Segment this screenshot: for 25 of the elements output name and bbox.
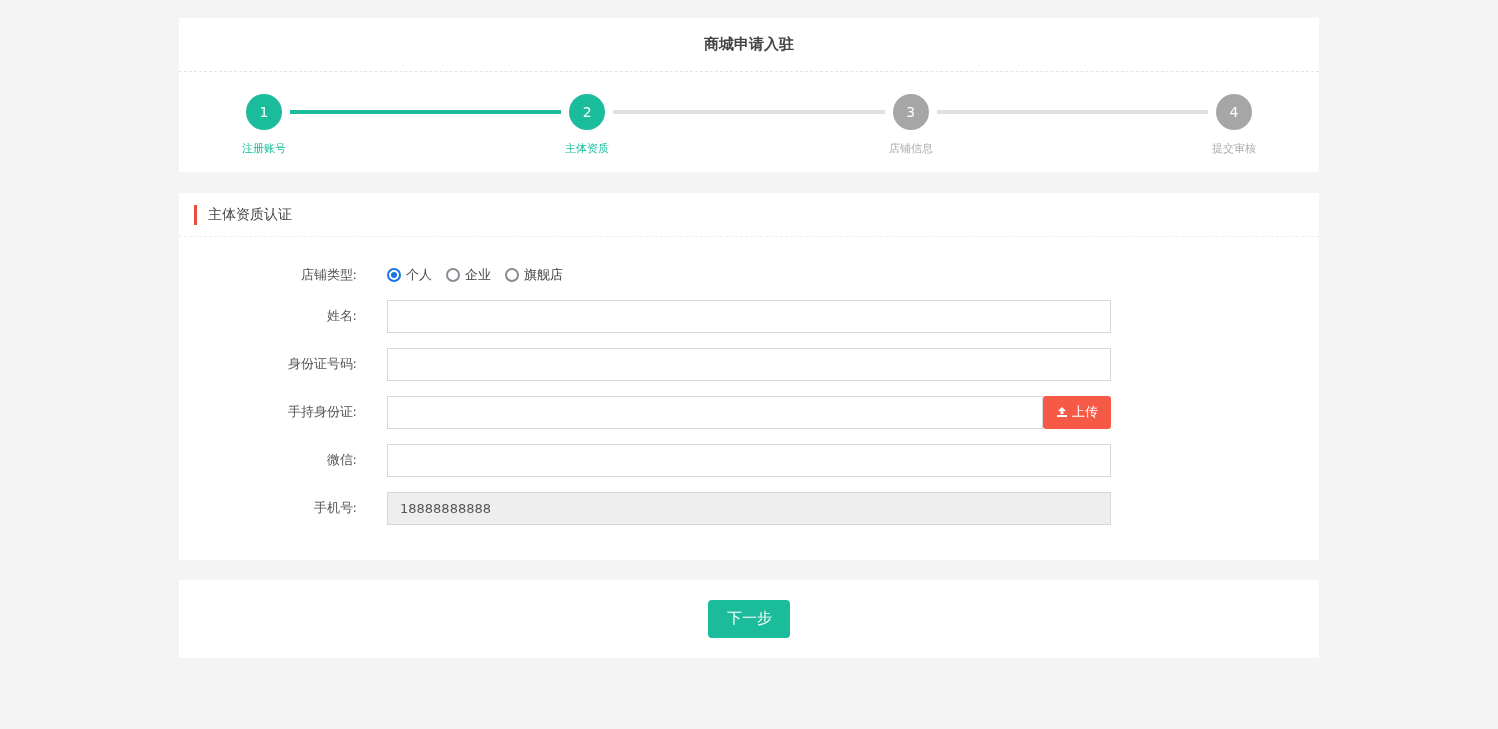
field-label: 店铺类型: — [299, 266, 357, 284]
radio-button[interactable] — [446, 267, 460, 282]
upload-icon — [1056, 406, 1068, 418]
field-label: 姓名: — [325, 307, 357, 326]
step-label: 注册账号 — [242, 141, 286, 157]
radio-button[interactable] — [505, 267, 519, 282]
step-label: 店铺信息 — [888, 141, 933, 157]
radio-button[interactable] — [387, 267, 401, 282]
field-label: 手机号: — [312, 499, 357, 518]
page-title: 商城申请入驻 — [704, 34, 794, 56]
field-label: 微信: — [325, 451, 357, 470]
step-label: 提交审核 — [1212, 141, 1256, 157]
radio-option[interactable]: 个人 — [387, 265, 432, 285]
radio-option[interactable]: 旗舰店 — [505, 265, 563, 285]
field-label: 身份证号码: — [286, 355, 357, 374]
input-field[interactable] — [387, 443, 1111, 477]
accent-bar — [194, 204, 197, 225]
input-field[interactable] — [387, 299, 1111, 333]
input-field[interactable] — [387, 347, 1111, 381]
input-field[interactable] — [387, 395, 1043, 429]
step-label: 主体资质 — [565, 141, 610, 157]
field-label: 手持身份证: — [286, 403, 357, 422]
radio-option[interactable]: 企业 — [446, 265, 491, 285]
input-field[interactable]: 18888888888 — [387, 491, 1111, 525]
section-title: 主体资质认证 — [208, 205, 292, 224]
